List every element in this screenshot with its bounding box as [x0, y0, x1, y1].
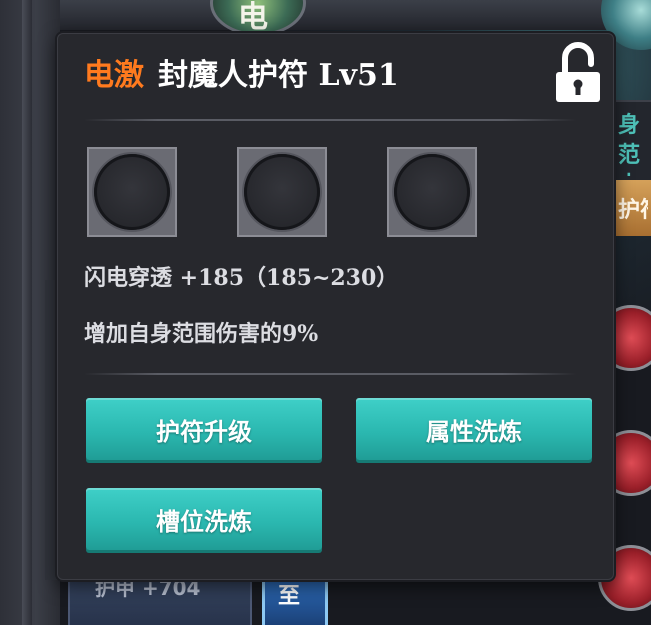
unlock-icon[interactable] — [553, 42, 603, 104]
game-screen: 电 身范 电穿 护符 护甲 +704 至 电激 封魔人护符 Lv51 — [0, 0, 651, 625]
background-left-strip — [22, 0, 32, 625]
item-title-name: 封魔人护符 Lv51 — [158, 58, 399, 93]
attribute-reforge-button[interactable]: 属性洗炼 — [356, 398, 592, 460]
empty-socket-icon — [244, 154, 320, 230]
background-top-emblem-glyph: 电 — [238, 0, 268, 35]
item-title-prefix: 电激 — [84, 58, 144, 93]
background-right-gold-tab-label: 护符 — [618, 197, 648, 223]
item-title: 电激 封魔人护符 Lv51 — [84, 50, 399, 94]
stat-main-attribute: 闪电穿透 +185（185~230） — [84, 265, 399, 291]
amulet-upgrade-button[interactable]: 护符升级 — [86, 398, 322, 460]
background-top-bar — [60, 0, 620, 30]
gem-socket-1[interactable] — [87, 147, 177, 237]
amulet-tooltip-panel: 电激 封魔人护符 Lv51 闪电穿透 +185（185~230） 增加自身范围伤… — [57, 33, 614, 580]
gem-socket-3[interactable] — [387, 147, 477, 237]
divider-bottom — [84, 373, 576, 375]
empty-socket-icon — [394, 154, 470, 230]
stat-effect: 增加自身范围伤害的9% — [84, 321, 319, 347]
empty-socket-icon — [94, 154, 170, 230]
divider-top — [84, 119, 576, 121]
background-bottom-gem-glyph: 至 — [278, 583, 301, 609]
background-right-panel-text: 身范 电穿 — [618, 112, 641, 176]
gem-socket-2[interactable] — [237, 147, 327, 237]
slot-reforge-button[interactable]: 槽位洗炼 — [86, 488, 322, 550]
